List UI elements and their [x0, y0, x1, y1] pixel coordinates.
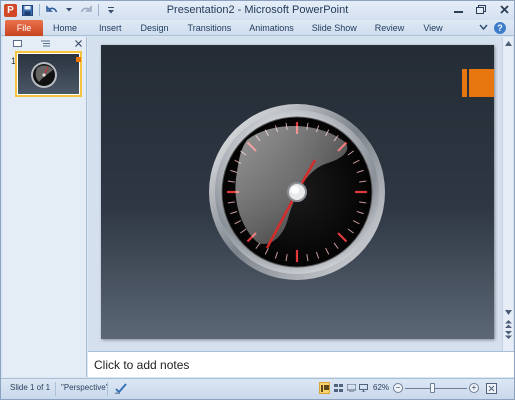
- thumbnail-image: [18, 54, 81, 94]
- outline-tab-icon[interactable]: [31, 37, 59, 49]
- zoom-slider-thumb[interactable]: [430, 383, 436, 393]
- next-slide-icon[interactable]: [504, 330, 513, 339]
- normal-view-icon[interactable]: [319, 382, 330, 394]
- status-bar: Slide 1 of 1 "Perspective" 62% − +: [1, 378, 514, 399]
- zoom-slider-track[interactable]: [405, 388, 467, 389]
- gauge-thumbnail-icon: [31, 57, 81, 88]
- gauge-hub-highlight: [291, 186, 299, 194]
- scroll-up-icon[interactable]: [504, 39, 513, 48]
- vertical-scrollbar[interactable]: [502, 37, 513, 351]
- zoom-in-icon[interactable]: +: [469, 383, 479, 393]
- tab-slide-show[interactable]: Slide Show: [312, 20, 357, 36]
- notes-placeholder[interactable]: Click to add notes: [94, 358, 189, 372]
- theme-name[interactable]: "Perspective": [61, 383, 108, 392]
- slide-counter: Slide 1 of 1: [10, 383, 51, 392]
- close-icon[interactable]: [499, 3, 509, 16]
- slides-pane: 1: [3, 37, 87, 377]
- ribbon-collapse-icon[interactable]: [479, 22, 488, 34]
- slide-sorter-icon[interactable]: [333, 382, 344, 394]
- help-icon[interactable]: ?: [494, 22, 506, 34]
- tab-view[interactable]: View: [423, 20, 442, 36]
- slide-show-icon[interactable]: [358, 382, 369, 394]
- slide-editing-area: [88, 37, 514, 351]
- minimize-icon[interactable]: [453, 3, 463, 16]
- fit-to-window-icon[interactable]: [485, 382, 497, 394]
- slide-canvas[interactable]: [101, 45, 494, 339]
- orange-tab-shape[interactable]: [462, 69, 494, 97]
- scroll-down-icon[interactable]: [504, 308, 513, 317]
- tab-design[interactable]: Design: [141, 20, 169, 36]
- spell-check-icon[interactable]: [114, 382, 128, 394]
- tab-insert[interactable]: Insert: [99, 20, 122, 36]
- slides-tab-icon[interactable]: [3, 37, 31, 49]
- gauge-graphic[interactable]: [207, 102, 387, 282]
- close-pane-icon[interactable]: [73, 37, 83, 49]
- restore-icon[interactable]: [476, 3, 486, 16]
- window-controls: [453, 3, 509, 16]
- status-divider: [107, 382, 108, 396]
- previous-slide-icon[interactable]: [504, 319, 513, 328]
- zoom-out-icon[interactable]: −: [393, 383, 403, 393]
- slide-thumbnail[interactable]: [15, 51, 82, 97]
- window-title: Presentation2 - Microsoft PowerPoint: [166, 4, 349, 16]
- ribbon-help-area: ?: [479, 22, 506, 34]
- title-bar: P Presentation2 - Microsoft PowerPoint: [1, 1, 514, 20]
- tab-animations[interactable]: Animations: [249, 20, 294, 36]
- notes-pane[interactable]: Click to add notes: [88, 351, 514, 377]
- ribbon-tab-bar: File Home Insert Design Transitions Anim…: [1, 20, 514, 36]
- tab-review[interactable]: Review: [375, 20, 405, 36]
- file-tab[interactable]: File: [5, 20, 43, 36]
- reading-view-icon[interactable]: [346, 382, 357, 394]
- powerpoint-window: P Presentation2 - Microsoft PowerPoint F…: [0, 0, 515, 400]
- status-divider: [55, 382, 56, 396]
- tab-home[interactable]: Home: [53, 20, 77, 36]
- zoom-level[interactable]: 62%: [373, 383, 389, 392]
- ribbon-tabs: Home Insert Design Transitions Animation…: [53, 20, 443, 36]
- tab-transitions[interactable]: Transitions: [188, 20, 232, 36]
